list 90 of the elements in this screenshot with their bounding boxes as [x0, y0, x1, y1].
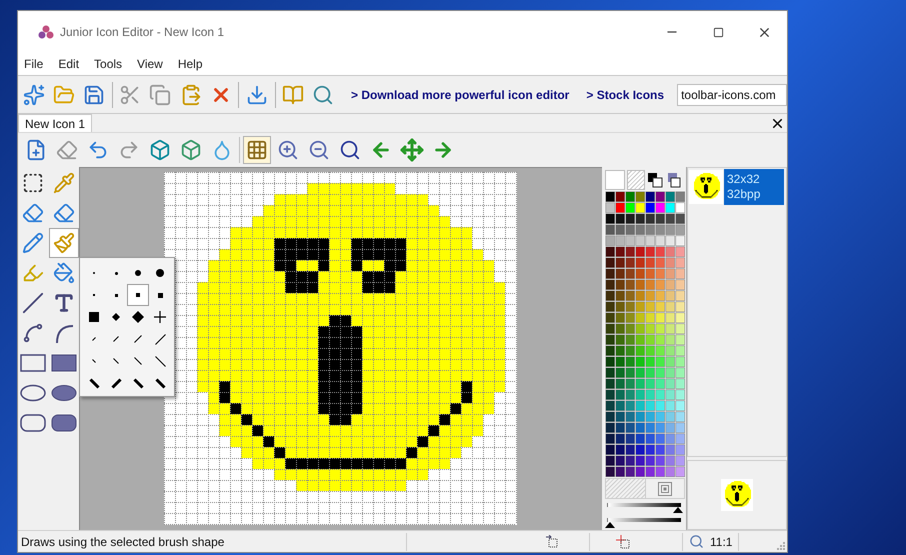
brush-shape-icon [113, 336, 119, 342]
menu-item[interactable]: Tools [94, 55, 122, 73]
paintbrush-icon [52, 232, 75, 254]
pipette-icon [52, 172, 75, 194]
rounded-rectangle-icon [20, 414, 46, 432]
marker-icon [22, 262, 44, 284]
primary-color-swatch[interactable] [605, 170, 625, 190]
brush-shape-icon [114, 294, 118, 296]
brush-shape[interactable] [127, 284, 149, 306]
cube-icon [180, 139, 202, 161]
text-icon [52, 292, 75, 314]
brush-shape-icon [89, 312, 99, 322]
brush-shape-icon [134, 335, 142, 343]
rectangle-icon [20, 354, 46, 372]
link[interactable]: > Stock Icons [586, 86, 664, 104]
url-field[interactable]: toolbar-icons.com [677, 84, 788, 106]
folder-icon [52, 84, 75, 106]
brush-shape-icon [158, 292, 162, 298]
color-palette[interactable] [605, 191, 686, 477]
menu-item[interactable]: Help [178, 55, 203, 73]
transparent-color-swatch[interactable] [627, 170, 645, 190]
brush-shape-icon [154, 311, 166, 323]
pixel-canvas[interactable] [164, 172, 517, 525]
brush-shape-icon [92, 337, 96, 341]
brush-shape-icon [114, 272, 118, 274]
filled-rectangle-icon [50, 354, 77, 372]
arrow-left-icon [370, 139, 392, 161]
brush-shape-icon [135, 270, 141, 276]
download-icon [246, 84, 268, 106]
brush-shape-icon [110, 378, 122, 388]
brush-shape-icon [112, 313, 120, 321]
search-icon [339, 139, 361, 161]
undo-icon [87, 139, 109, 161]
copy-icon [149, 84, 172, 106]
toolbar-button[interactable] [243, 136, 271, 164]
format-depth: 32bpp [727, 187, 762, 202]
ellipse-icon [20, 384, 46, 402]
brush-shape-icon [132, 378, 144, 388]
pencil-icon [22, 232, 44, 254]
eraser-icon [22, 202, 44, 224]
save-icon [83, 84, 106, 106]
status-text: Draws using the selected brush shape [20, 534, 226, 550]
resize-grip-icon [775, 540, 785, 550]
window-title: Junior Icon Editor - New Icon 1 [60, 24, 224, 41]
filled-rounded-rectangle-icon [50, 414, 77, 432]
file-plus-icon [25, 139, 47, 161]
menu-item[interactable]: View [137, 55, 163, 73]
line-icon [22, 292, 44, 314]
brush-shape-icon [113, 358, 119, 364]
brush-shape-icon [156, 269, 164, 277]
resize-selection-icon [545, 534, 559, 548]
brush-shape-icon [154, 378, 166, 388]
arrow-right-icon [432, 139, 454, 161]
eraser-icon [52, 202, 75, 224]
three-balls-icon [38, 25, 54, 39]
menu-item[interactable]: File [24, 55, 44, 73]
menu-item[interactable]: Edit [58, 55, 80, 73]
redo-icon [118, 139, 140, 161]
magnifier-icon [689, 534, 704, 549]
zoom-in-icon [277, 139, 299, 161]
swap-colors-icon[interactable] [647, 172, 663, 188]
grid-icon [246, 139, 268, 161]
nested-squares-icon[interactable] [658, 482, 672, 496]
format-size: 32x32 [727, 172, 761, 187]
paint-bucket-icon [52, 262, 75, 284]
brush-shape-icon [154, 334, 166, 344]
search-icon [312, 84, 334, 106]
sparkle-icon [22, 84, 45, 106]
maximize-icon [712, 26, 724, 38]
eraser-icon [56, 139, 78, 161]
brush-shape-icon [134, 357, 142, 365]
document-tab[interactable]: New Icon 1 [18, 114, 92, 132]
reset-colors-icon[interactable] [665, 172, 681, 188]
link[interactable]: > Download more powerful icon editor [351, 86, 570, 104]
cube-icon [149, 139, 171, 161]
four-arrows-icon [400, 138, 424, 162]
zoom-out-icon [308, 139, 330, 161]
brush-shape-icon [92, 359, 96, 363]
curve-icon [22, 322, 44, 344]
brush-shape-icon [154, 356, 166, 366]
dashed-rectangle-icon [22, 172, 44, 194]
brush-shape-icon [132, 311, 144, 323]
scissors-icon [119, 84, 142, 106]
filled-ellipse-icon [50, 384, 77, 402]
icon-format-item[interactable]: 32x32 32bpp [689, 169, 785, 205]
crosshair-icon [616, 534, 632, 548]
brush-shape-icon [88, 378, 100, 388]
brush-shape-icon [136, 293, 140, 297]
zoom-level: 11:1 [710, 534, 732, 550]
book-icon [282, 84, 304, 106]
